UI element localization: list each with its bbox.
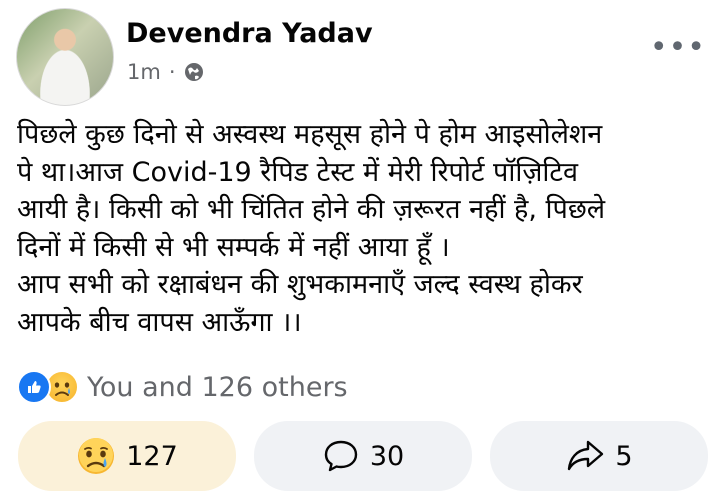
post-line: पे था।आज Covid-19 रैपिड टेस्ट में मेरी र… — [17, 156, 578, 188]
post-line: आयी है। किसी को भी चिंतित होने की ज़रूरत… — [17, 194, 606, 225]
share-count: 5 — [615, 440, 633, 472]
react-button[interactable]: 127 — [18, 421, 236, 491]
reactions-summary[interactable]: You and 126 others — [17, 368, 348, 406]
share-button[interactable]: 5 — [490, 421, 708, 491]
author-avatar[interactable] — [16, 8, 114, 106]
like-icon — [17, 370, 51, 404]
post-time[interactable]: 1m — [127, 60, 161, 84]
more-options-icon[interactable]: ••• — [650, 30, 706, 65]
globe-icon — [184, 63, 203, 81]
sad-reaction-icon — [78, 438, 115, 474]
post-line: पिछले कुछ दिनो से अस्वस्थ महसूस होने पे … — [17, 119, 603, 150]
reactions-summary-text: You and 126 others — [87, 371, 348, 403]
post-header: Devendra Yadav 1m · ••• — [14, 8, 706, 108]
react-count: 127 — [126, 440, 178, 472]
meta-separator: · — [168, 60, 176, 84]
comment-icon — [324, 440, 358, 472]
comment-count: 30 — [369, 440, 405, 472]
comment-button[interactable]: 30 — [254, 421, 472, 491]
post-line: आप सभी को रक्षाबंधन की शुभकामनाएँ जल्द स… — [17, 269, 583, 300]
post-line: आपके बीच वापस आऊँगा ।। — [17, 306, 302, 338]
action-bar: 127 30 5 — [18, 421, 708, 491]
post-meta: 1m · — [127, 60, 204, 84]
share-icon — [568, 440, 604, 471]
post-text: पिछले कुछ दिनो से अस्वस्थ महसूस होने पे … — [17, 116, 707, 341]
post-line: दिनों में किसी से भी सम्पर्क में नहीं आय… — [17, 231, 450, 263]
author-name[interactable]: Devendra Yadav — [126, 18, 373, 49]
